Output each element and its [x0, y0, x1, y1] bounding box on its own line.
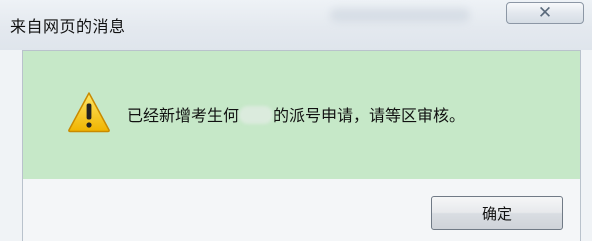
message-text-start: 已经新增考生何 [127, 106, 240, 125]
close-button[interactable]: ✕ [506, 2, 584, 24]
dialog-left-border [0, 50, 23, 241]
warning-icon [68, 92, 110, 133]
ok-button[interactable]: 确定 [431, 196, 563, 230]
message-panel: 已经新增考生何 的派号申请，请等区审核。 [23, 50, 580, 179]
button-bar: 确定 [23, 179, 580, 241]
message-text-end: 的派号申请，请等区审核。 [273, 106, 466, 125]
title-bar: 来自网页的消息 ✕ [0, 0, 592, 50]
title-bar-glare [330, 8, 470, 22]
dialog-title: 来自网页的消息 [10, 17, 126, 36]
close-icon: ✕ [537, 2, 553, 23]
redacted-name [239, 106, 274, 124]
message-text: 已经新增考生何 的派号申请，请等区审核。 [127, 102, 465, 126]
dialog-right-border [580, 50, 592, 241]
message-dialog: 来自网页的消息 ✕ 已经新增考生何 的派号申请，请等区审核。 确定 [0, 0, 592, 241]
